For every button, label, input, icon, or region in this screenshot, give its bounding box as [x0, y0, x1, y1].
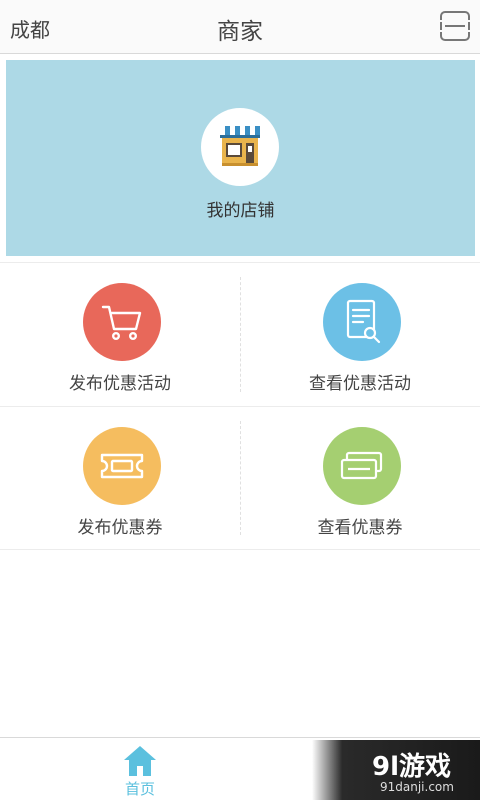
publish-promotion-button[interactable]: 发布优惠活动: [0, 263, 240, 407]
publish-coupon-label: 发布优惠券: [77, 518, 163, 538]
home-icon: [124, 746, 156, 776]
watermark: 9l游戏 91danji.com: [312, 740, 480, 800]
action-row: 发布优惠活动 查看优惠活动: [0, 262, 480, 406]
view-promotion-label: 查看优惠活动: [309, 374, 411, 394]
publish-coupon-button[interactable]: 发布优惠券: [0, 407, 240, 551]
action-row: 发布优惠券 查看优惠券: [0, 406, 480, 550]
view-coupon-button[interactable]: 查看优惠券: [240, 407, 480, 551]
publish-promotion-label: 发布优惠活动: [69, 374, 171, 394]
cart-icon: [83, 283, 161, 361]
top-bar: 成都 商家: [0, 0, 480, 54]
my-shop-label: 我的店铺: [206, 201, 275, 221]
view-promotion-button[interactable]: 查看优惠活动: [240, 263, 480, 407]
my-shop-button[interactable]: 我的店铺: [6, 60, 475, 256]
home-label: 首页: [124, 780, 155, 798]
tickets-icon: [323, 427, 401, 505]
document-search-icon: [323, 283, 401, 361]
watermark-url: 91danji.com: [380, 780, 454, 794]
watermark-logo: 9l游戏: [372, 752, 452, 782]
view-coupon-label: 查看优惠券: [317, 518, 403, 538]
page-title: 商家: [217, 19, 263, 45]
tab-home[interactable]: 首页: [110, 738, 170, 800]
store-icon: [201, 108, 279, 186]
menu-icon[interactable]: [439, 11, 471, 41]
ticket-icon: [83, 427, 161, 505]
